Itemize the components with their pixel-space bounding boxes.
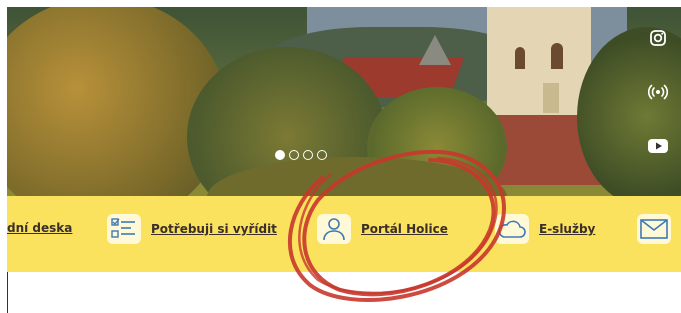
highlight-circle [287,149,506,302]
